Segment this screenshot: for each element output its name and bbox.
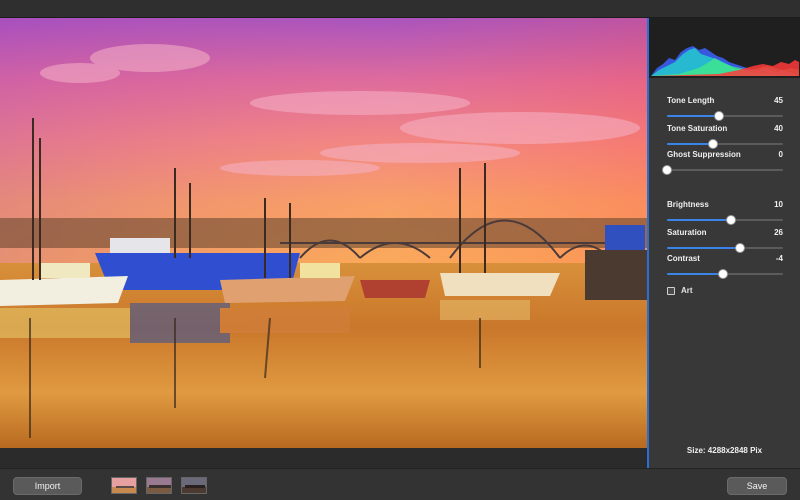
- art-label: Art: [681, 286, 693, 295]
- art-checkbox[interactable]: [667, 286, 675, 295]
- tone-length-control: Tone Length 45: [667, 96, 783, 122]
- tone-saturation-label: Tone Saturation: [667, 124, 728, 133]
- image-size-info: Size: 4288x2848 Pix: [686, 446, 763, 455]
- title-bar: [0, 0, 800, 18]
- brightness-value: 10: [774, 200, 783, 209]
- histogram: [649, 18, 800, 78]
- import-button[interactable]: Import: [13, 477, 82, 495]
- saturation-slider[interactable]: [667, 242, 783, 254]
- contrast-value: -4: [775, 254, 783, 263]
- tone-length-value: 45: [774, 96, 783, 105]
- ghost-suppression-slider[interactable]: [662, 164, 783, 176]
- tone-saturation-slider[interactable]: [667, 138, 783, 150]
- bottom-toolbar: Import Save: [0, 468, 800, 500]
- adjustment-panel: Tone Length 45 Tone Saturation 40 Ghost …: [647, 18, 800, 468]
- contrast-label: Contrast: [667, 254, 700, 263]
- slider-knob[interactable]: [725, 215, 736, 225]
- art-checkbox-row[interactable]: Art: [667, 286, 693, 295]
- saturation-label: Saturation: [667, 228, 707, 237]
- tone-saturation-value: 40: [774, 124, 783, 133]
- image-preview[interactable]: [0, 18, 647, 448]
- slider-knob[interactable]: [714, 111, 725, 121]
- thumbnail-1[interactable]: [111, 477, 137, 494]
- thumbnail-3[interactable]: [181, 477, 207, 494]
- tone-length-label: Tone Length: [667, 96, 715, 105]
- slider-knob[interactable]: [717, 269, 728, 279]
- slider-knob[interactable]: [662, 165, 672, 175]
- brightness-control: Brightness 10: [667, 200, 783, 226]
- ghost-suppression-label: Ghost Suppression: [667, 150, 741, 159]
- saturation-value: 26: [774, 228, 783, 237]
- thumbnail-2[interactable]: [146, 477, 172, 494]
- harbor-sunset-photo: [0, 18, 647, 448]
- save-button[interactable]: Save: [727, 477, 787, 495]
- tone-length-slider[interactable]: [667, 110, 783, 122]
- ghost-suppression-value: 0: [778, 150, 783, 159]
- brightness-slider[interactable]: [667, 214, 783, 226]
- contrast-slider[interactable]: [667, 268, 783, 280]
- saturation-control: Saturation 26: [667, 228, 783, 254]
- tone-saturation-control: Tone Saturation 40: [667, 124, 783, 150]
- slider-knob[interactable]: [708, 139, 719, 149]
- ghost-suppression-control: Ghost Suppression 0: [662, 150, 783, 176]
- brightness-label: Brightness: [667, 200, 709, 209]
- slider-knob[interactable]: [735, 243, 746, 253]
- contrast-control: Contrast -4: [667, 254, 783, 280]
